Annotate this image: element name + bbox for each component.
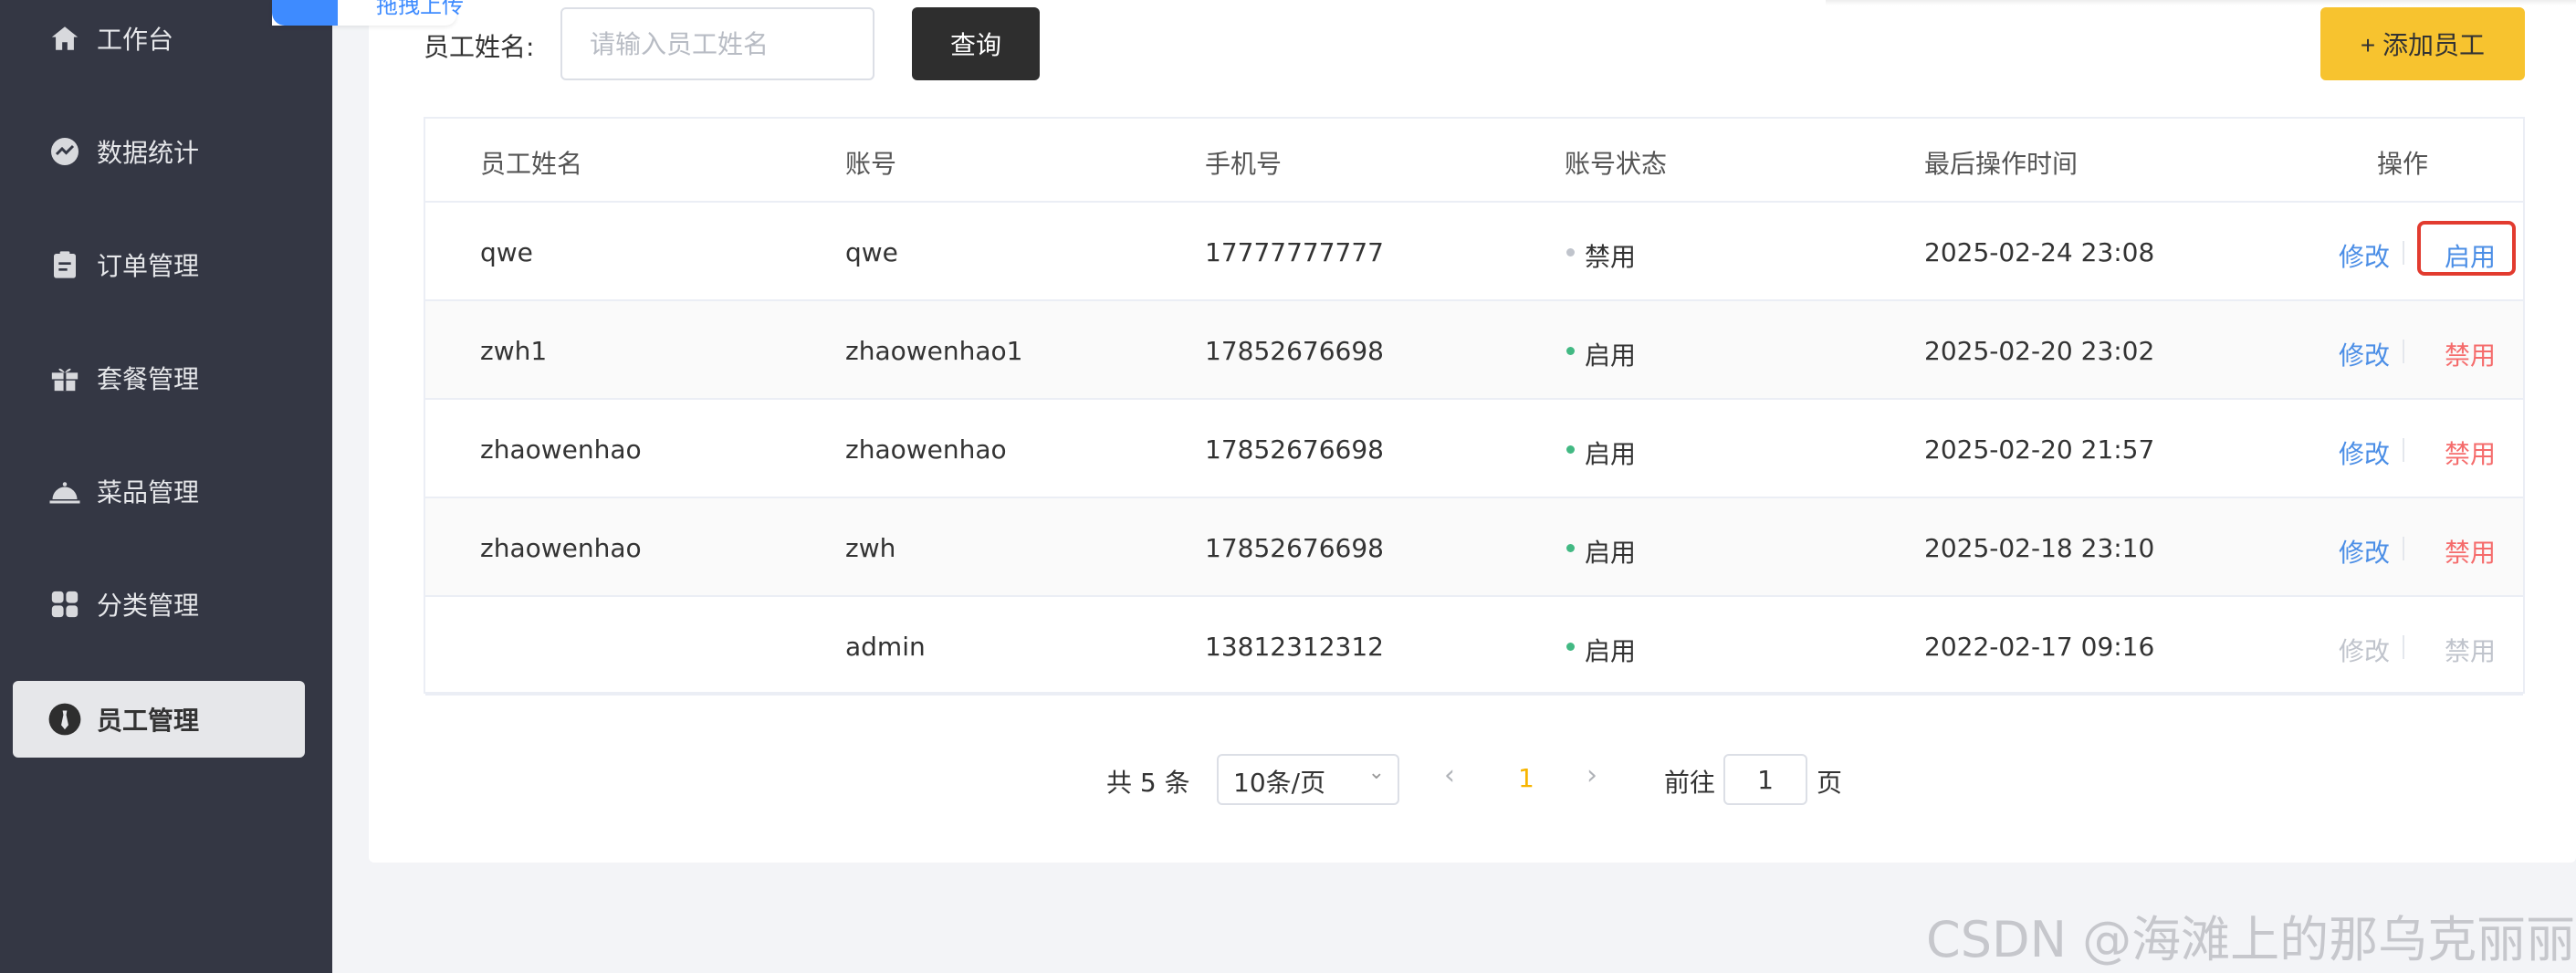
status-dot [1566, 248, 1575, 256]
pagination-total: 共 5 条 [1106, 768, 1190, 798]
cell-account: qwe [845, 237, 898, 267]
gift-icon [46, 359, 84, 397]
sidebar-item-category[interactable]: 分类管理 [13, 566, 305, 643]
action-divider [2403, 241, 2404, 265]
table-row: zhaowenhao zhaowenhao 17852676698 启用 2025-02… [425, 400, 2523, 498]
cell-last-op-time: 2022-02-17 09:16 [1924, 632, 2155, 662]
next-page-button[interactable]: › [1586, 759, 1597, 791]
sidebar-item-label: 工作台 [97, 25, 174, 55]
status-dot [1566, 643, 1575, 651]
watermark: CSDN @海滩上的那乌克丽丽 [1926, 911, 2576, 968]
edit-button[interactable]: 修改 [2339, 237, 2390, 274]
status-dot [1566, 544, 1575, 552]
sidebar: 工作台 数据统计 订单管理 套餐管理 菜品管理 分类管理 员工管理 [0, 0, 332, 973]
cell-status: 禁用 [1585, 242, 1637, 272]
page-suffix-label: 页 [1817, 768, 1843, 798]
column-header-status: 账号状态 [1565, 149, 1668, 179]
cell-phone: 17777777777 [1205, 237, 1384, 267]
action-divider [2403, 340, 2404, 363]
sidebar-item-label: 分类管理 [97, 591, 200, 621]
column-header-last-op-time: 最后操作时间 [1924, 149, 2079, 179]
edit-button[interactable]: 修改 [2339, 434, 2390, 471]
table-row: zhaowenhao zwh 17852676698 启用 2025-02-18 23:… [425, 498, 2523, 597]
search-label: 员工姓名: [424, 32, 535, 62]
page-size-select[interactable]: 10条/页 ⌄ [1217, 754, 1399, 805]
upload-logo-icon [272, 0, 338, 26]
cell-account: admin [845, 632, 926, 662]
action-divider [2403, 537, 2404, 560]
chart-icon [46, 132, 84, 171]
highlight-annotation [2417, 221, 2516, 276]
sidebar-item-label: 菜品管理 [97, 477, 200, 507]
cell-status: 启用 [1585, 340, 1637, 371]
sidebar-item-employee[interactable]: 员工管理 [13, 681, 305, 758]
table-row: zwh1 zhaowenhao1 17852676698 启用 2025-02-20 2… [425, 301, 2523, 400]
cell-name: zhaowenhao [480, 434, 642, 465]
sidebar-item-orders[interactable]: 订单管理 [13, 226, 305, 303]
cell-account: zwh [845, 533, 896, 563]
cell-status: 启用 [1585, 636, 1637, 666]
employee-icon [46, 700, 84, 738]
sidebar-item-setmeal[interactable]: 套餐管理 [13, 340, 305, 416]
cell-name: zhaowenhao [480, 533, 642, 563]
cell-name: qwe [480, 237, 533, 267]
column-header-actions: 操作 [2377, 149, 2429, 179]
sidebar-item-label: 数据统计 [97, 138, 200, 168]
sidebar-item-label: 员工管理 [97, 706, 200, 736]
cell-account: zhaowenhao1 [845, 336, 1023, 366]
sidebar-item-label: 套餐管理 [97, 364, 200, 394]
cell-phone: 17852676698 [1205, 336, 1384, 366]
page-size-value: 10条/页 [1233, 768, 1326, 798]
employee-name-search-input[interactable] [560, 7, 874, 80]
column-header-phone: 手机号 [1205, 149, 1283, 179]
employee-table: 员工姓名 账号 手机号 账号状态 最后操作时间 操作 qwe qwe 1777777… [424, 117, 2525, 696]
chevron-down-icon: ⌄ [1367, 761, 1385, 784]
cell-last-op-time: 2025-02-20 21:57 [1924, 434, 2155, 465]
cell-last-op-time: 2025-02-20 23:02 [1924, 336, 2155, 366]
column-header-name: 员工姓名 [480, 149, 583, 179]
cell-phone: 17852676698 [1205, 533, 1384, 563]
status-dot [1566, 347, 1575, 355]
add-employee-button[interactable]: + 添加员工 [2320, 7, 2525, 80]
sidebar-item-label: 订单管理 [97, 251, 200, 281]
toggle-status-button[interactable]: 禁用 [2445, 533, 2496, 570]
header-shadow [1826, 0, 2576, 5]
clipboard-icon [46, 246, 84, 284]
cell-name: zwh1 [480, 336, 548, 366]
sidebar-item-workbench[interactable]: 工作台 [13, 0, 305, 77]
edit-button[interactable]: 修改 [2339, 632, 2390, 668]
cell-account: zhaowenhao [845, 434, 1007, 465]
query-button[interactable]: 查询 [912, 7, 1040, 80]
column-header-account: 账号 [845, 149, 897, 179]
grid-icon [46, 585, 84, 623]
sidebar-item-dishes[interactable]: 菜品管理 [13, 453, 305, 529]
toggle-status-button[interactable]: 禁用 [2445, 434, 2496, 471]
upload-badge-text: 拖拽上传 [376, 0, 464, 18]
toggle-status-button[interactable]: 禁用 [2445, 336, 2496, 372]
current-page-number[interactable]: 1 [1518, 763, 1534, 793]
edit-button[interactable]: 修改 [2339, 336, 2390, 372]
goto-label: 前往 [1664, 768, 1716, 798]
dish-cover-icon [46, 472, 84, 510]
goto-page-input[interactable] [1723, 754, 1807, 805]
cell-status: 启用 [1585, 538, 1637, 568]
cell-status: 启用 [1585, 439, 1637, 469]
action-divider [2403, 438, 2404, 462]
cell-phone: 17852676698 [1205, 434, 1384, 465]
edit-button[interactable]: 修改 [2339, 533, 2390, 570]
prev-page-button[interactable]: ‹ [1444, 759, 1455, 791]
cell-phone: 13812312312 [1205, 632, 1384, 662]
status-dot [1566, 445, 1575, 454]
table-header: 员工姓名 账号 手机号 账号状态 最后操作时间 操作 [425, 119, 2523, 203]
action-divider [2403, 635, 2404, 659]
sidebar-item-statistics[interactable]: 数据统计 [13, 113, 305, 190]
home-icon [46, 19, 84, 58]
toggle-status-button[interactable]: 禁用 [2445, 632, 2496, 668]
table-row: admin 13812312312 启用 2022-02-17 09:16 修改 禁用 [425, 597, 2523, 696]
cell-last-op-time: 2025-02-18 23:10 [1924, 533, 2155, 563]
cell-last-op-time: 2025-02-24 23:08 [1924, 237, 2155, 267]
table-row: qwe qwe 17777777777 禁用 2025-02-24 23:08 修改 启用 [425, 203, 2523, 301]
